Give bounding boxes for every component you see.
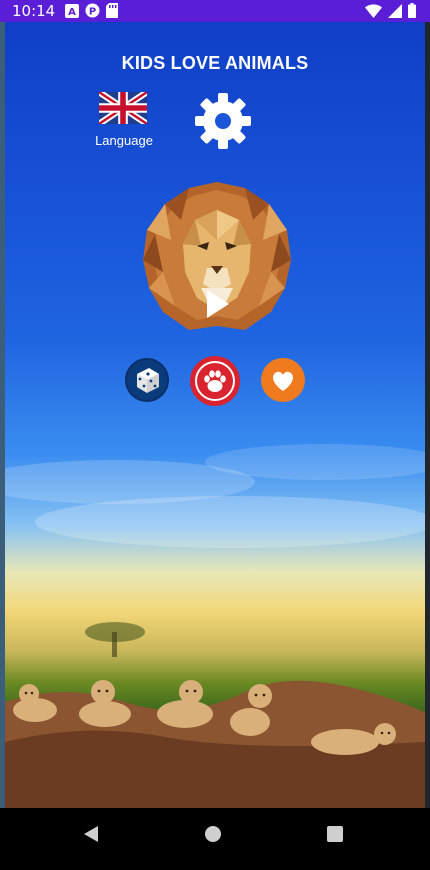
language-button[interactable]: Language <box>91 92 157 152</box>
play-button[interactable] <box>141 180 293 332</box>
paw-button[interactable] <box>190 356 240 406</box>
favorite-button[interactable] <box>261 358 305 402</box>
lion-play-icon <box>143 182 291 330</box>
status-bar: 10:14 A P <box>0 0 430 22</box>
home-icon[interactable] <box>205 826 221 842</box>
signal-icon <box>388 3 402 18</box>
status-notification-icons: A P <box>65 3 118 18</box>
paw-icon <box>195 361 235 401</box>
app-title: KIDS LOVE ANIMALS <box>121 53 309 73</box>
wifi-icon <box>365 3 382 18</box>
language-label: Language <box>95 133 153 148</box>
a-notification-icon: A <box>65 3 79 18</box>
recents-icon[interactable] <box>327 826 343 842</box>
settings-button[interactable] <box>193 91 253 151</box>
sd-card-icon <box>106 3 118 18</box>
status-system-icons <box>365 3 416 18</box>
navigation-bar <box>0 808 430 870</box>
status-time: 10:14 <box>12 2 56 20</box>
p-notification-icon: P <box>85 3 100 18</box>
gear-icon <box>195 93 251 149</box>
sky-clouds <box>5 444 425 548</box>
right-edge <box>425 22 430 808</box>
battery-icon <box>408 3 416 18</box>
heart-icon <box>273 371 293 391</box>
back-icon[interactable] <box>82 825 100 843</box>
uk-flag-icon <box>99 92 147 124</box>
svg-text:P: P <box>89 7 96 18</box>
dice-icon <box>137 368 159 393</box>
app-screen: KIDS LOVE ANIMALS Language <box>5 22 425 808</box>
svg-text:A: A <box>68 7 76 18</box>
savanna-scene-image <box>5 622 425 808</box>
dice-button[interactable] <box>125 358 169 402</box>
